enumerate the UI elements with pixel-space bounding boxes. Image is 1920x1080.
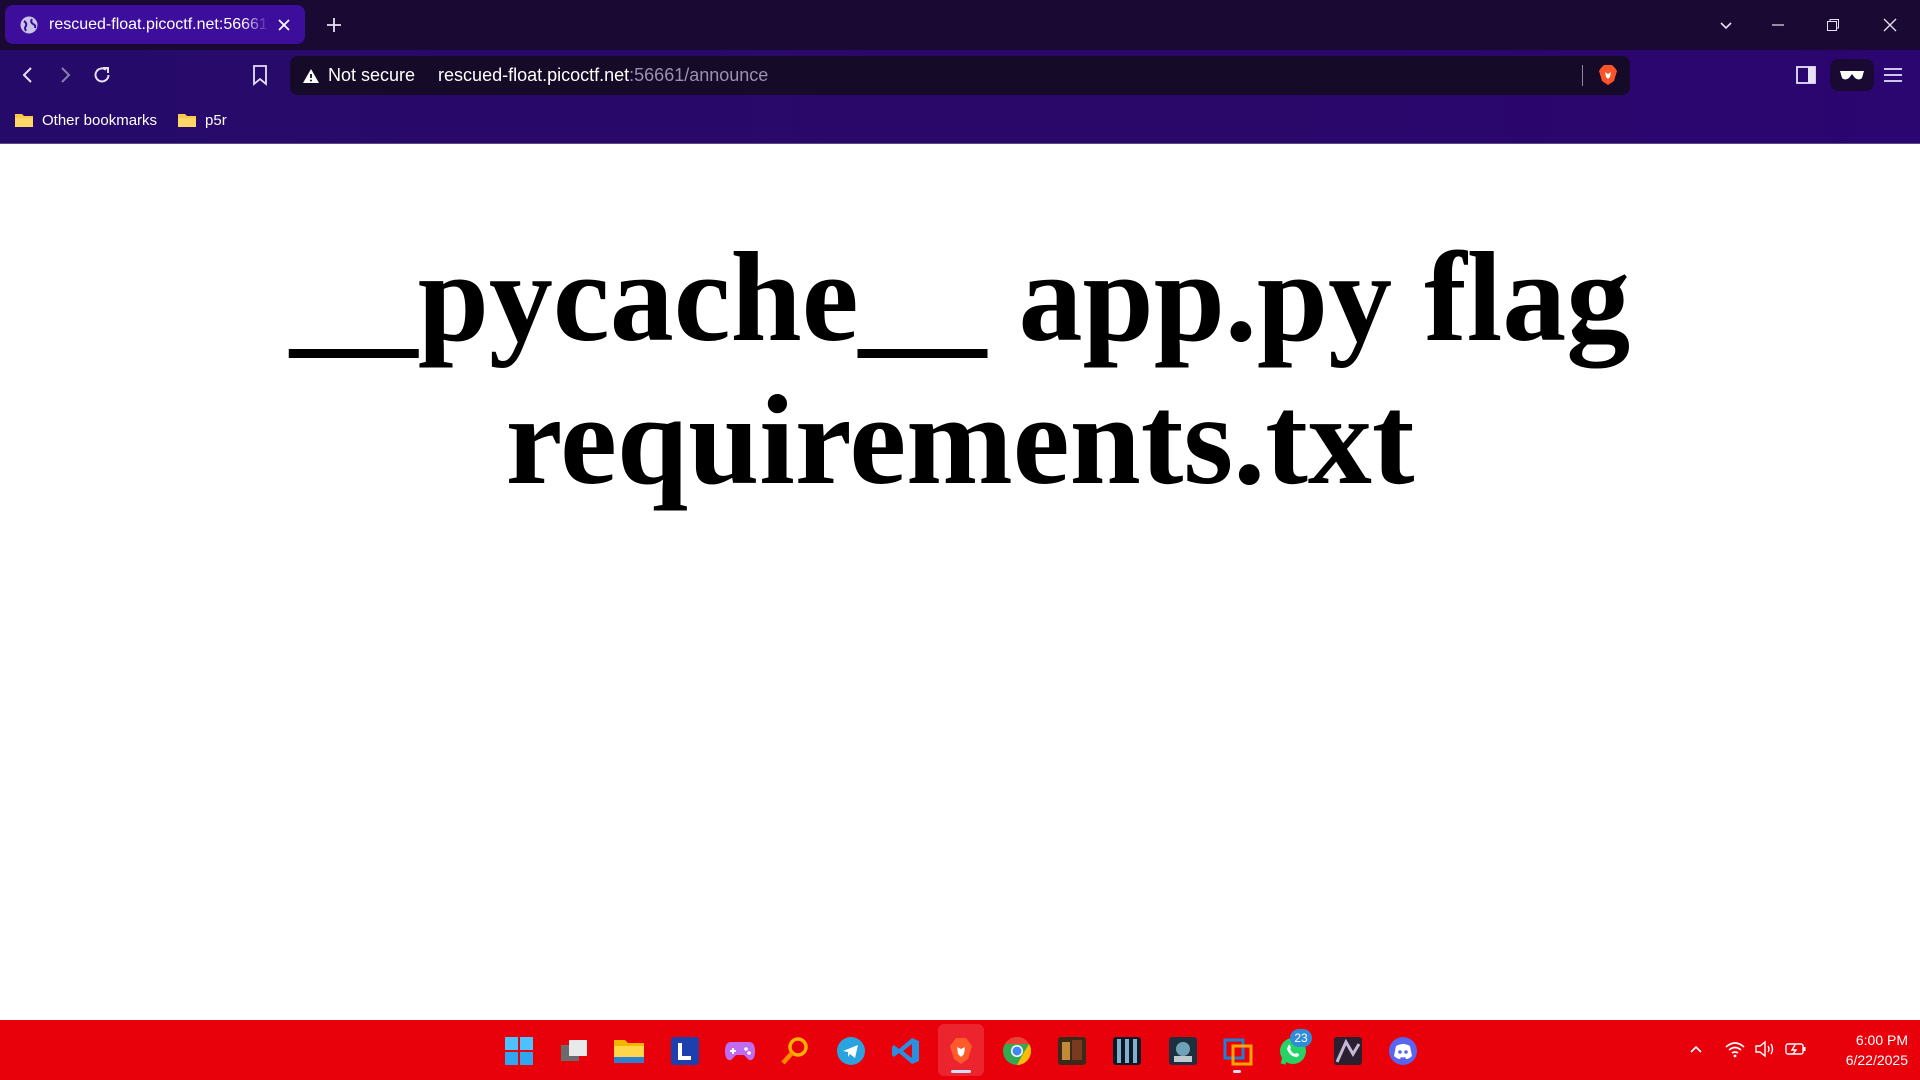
back-icon[interactable]	[14, 61, 42, 89]
sidebar-icon[interactable]	[1792, 61, 1820, 89]
bookmarks-bar: Other bookmarks p5r	[0, 105, 233, 135]
game-app-icon[interactable]	[1331, 1034, 1365, 1068]
close-icon[interactable]	[1878, 13, 1902, 37]
clock-time: 6:00 PM	[1855, 1032, 1908, 1048]
security-indicator[interactable]: Not secure	[302, 65, 415, 86]
listing-line-2: requirements.txt	[505, 369, 1415, 511]
browser-toolbar: Not secure rescued-float.picoctf.net:566…	[0, 50, 1920, 150]
task-view-icon[interactable]	[557, 1034, 591, 1068]
url-host: rescued-float.picoctf.net	[438, 65, 630, 85]
chevron-down-icon[interactable]	[1714, 13, 1738, 37]
discord-icon[interactable]	[1386, 1034, 1420, 1068]
volume-icon[interactable]	[1752, 1036, 1778, 1062]
windows-start-icon[interactable]	[502, 1034, 536, 1068]
page-content: __pycache__ app.py flag requirements.txt	[0, 144, 1920, 1020]
address-bar[interactable]: Not secure rescued-float.picoctf.net:566…	[290, 56, 1630, 95]
restore-icon[interactable]	[1821, 13, 1845, 37]
telegram-icon[interactable]	[834, 1034, 868, 1068]
browser-tab[interactable]: rescued-float.picoctf.net:56661/announce	[5, 5, 305, 44]
brave-running-indicator	[951, 1070, 971, 1073]
l-app-icon[interactable]	[668, 1034, 702, 1068]
forward-icon[interactable]	[51, 61, 79, 89]
vscode-icon[interactable]	[889, 1034, 923, 1068]
menu-icon[interactable]	[1879, 61, 1907, 89]
vmware-icon[interactable]	[1221, 1034, 1255, 1068]
directory-listing-heading: __pycache__ app.py flag requirements.txt	[160, 226, 1760, 512]
vmware-running-indicator	[1233, 1070, 1241, 1073]
folder-icon	[178, 114, 197, 127]
system-clock[interactable]: 6:00 PM 6/22/2025	[1818, 1030, 1918, 1070]
url-path: :56661/announce	[629, 65, 769, 85]
address-bar-divider	[1582, 65, 1583, 86]
whatsapp-badge: 23	[1290, 1029, 1312, 1047]
bookmark-label: p5r	[205, 111, 227, 129]
folder-icon	[15, 114, 33, 127]
bookmark-folder-other[interactable]: Other bookmarks	[14, 112, 157, 129]
brave-icon[interactable]	[944, 1034, 978, 1068]
clock-date: 6/22/2025	[1845, 1052, 1908, 1068]
security-label: Not secure	[328, 65, 416, 85]
reload-icon[interactable]	[88, 61, 116, 89]
brave-shields-icon[interactable]	[1596, 63, 1620, 87]
battery-icon[interactable]	[1783, 1036, 1809, 1062]
url-text[interactable]: rescued-float.picoctf.net:56661/announce	[438, 65, 768, 86]
chrome-icon[interactable]	[1000, 1034, 1034, 1068]
search-magnifier-icon[interactable]	[778, 1034, 812, 1068]
browser-titlebar: rescued-float.picoctf.net:56661/announce	[0, 0, 1920, 50]
tab-close-icon[interactable]	[273, 14, 295, 36]
game-controller-icon[interactable]	[723, 1034, 757, 1068]
tab-title: rescued-float.picoctf.net:56661/announce	[49, 15, 269, 33]
bookmark-folder-p5r[interactable]: p5r	[177, 112, 227, 129]
private-window-icon[interactable]	[1830, 59, 1874, 91]
game-app-icon[interactable]	[1166, 1034, 1200, 1068]
warning-icon	[303, 68, 319, 83]
game-app-icon[interactable]	[1110, 1034, 1144, 1068]
bookmark-icon[interactable]	[246, 61, 274, 89]
minimize-icon[interactable]	[1766, 13, 1790, 37]
taskbar: 23 6:00 PM 6/22/2025	[0, 1020, 1920, 1080]
bookmark-label: Other bookmarks	[42, 111, 158, 129]
globe-icon	[20, 16, 38, 33]
file-explorer-icon[interactable]	[612, 1034, 646, 1068]
listing-line-1: __pycache__ app.py flag	[289, 226, 1631, 368]
wifi-icon[interactable]	[1722, 1036, 1748, 1062]
new-tab-icon[interactable]	[322, 13, 346, 37]
game-app-icon[interactable]	[1055, 1034, 1089, 1068]
chevron-up-icon[interactable]	[1683, 1036, 1709, 1062]
